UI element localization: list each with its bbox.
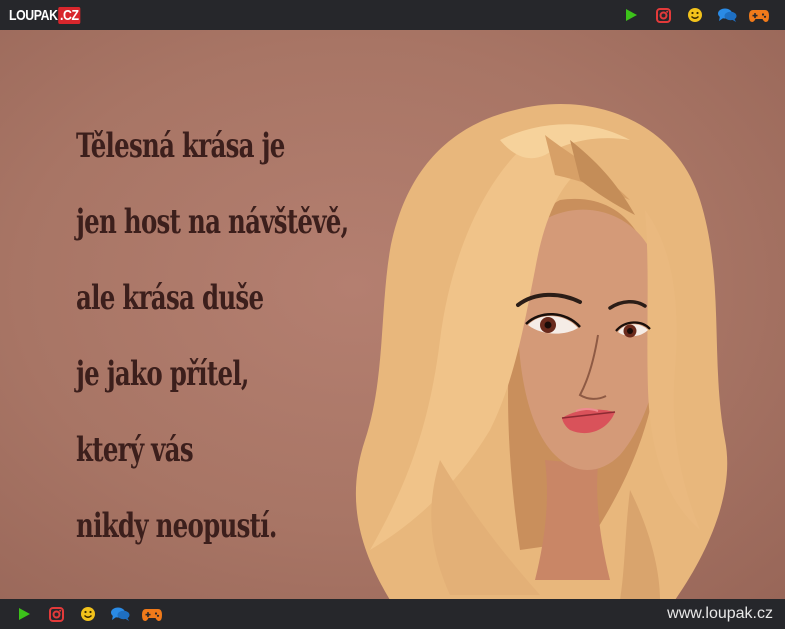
gamepad-icon[interactable]: [748, 4, 770, 26]
quote-image: Tělesná krása je jen host na návštěvě, a…: [0, 30, 785, 599]
instagram-icon[interactable]: [652, 4, 674, 26]
site-logo[interactable]: LOUPAK .CZ: [9, 6, 81, 24]
gamepad-icon[interactable]: [141, 603, 163, 625]
chat-icon[interactable]: [109, 603, 131, 625]
instagram-icon[interactable]: [45, 603, 67, 625]
quote-line: je jako přítel,: [76, 354, 249, 394]
site-url-link[interactable]: www.loupak.cz: [667, 605, 773, 623]
logo-main-text: LOUPAK: [9, 6, 58, 24]
quote-line: nikdy neopustí.: [76, 506, 277, 546]
bottom-icon-row: [8, 603, 168, 625]
quote-line: který vás: [76, 430, 194, 470]
play-icon[interactable]: [13, 603, 35, 625]
logo-tld-text: .CZ: [58, 6, 81, 24]
top-icon-row: [615, 4, 775, 26]
woman-portrait-illustration: [355, 104, 728, 599]
smiley-icon[interactable]: [77, 603, 99, 625]
quote-line: jen host na návštěvě,: [76, 202, 349, 242]
top-bar: LOUPAK .CZ: [0, 0, 785, 30]
chat-icon[interactable]: [716, 4, 738, 26]
quote-line: Tělesná krása je: [76, 126, 285, 166]
smiley-icon[interactable]: [684, 4, 706, 26]
quote-line: ale krása duše: [76, 278, 264, 318]
bottom-bar: www.loupak.cz: [0, 599, 785, 629]
play-icon[interactable]: [620, 4, 642, 26]
